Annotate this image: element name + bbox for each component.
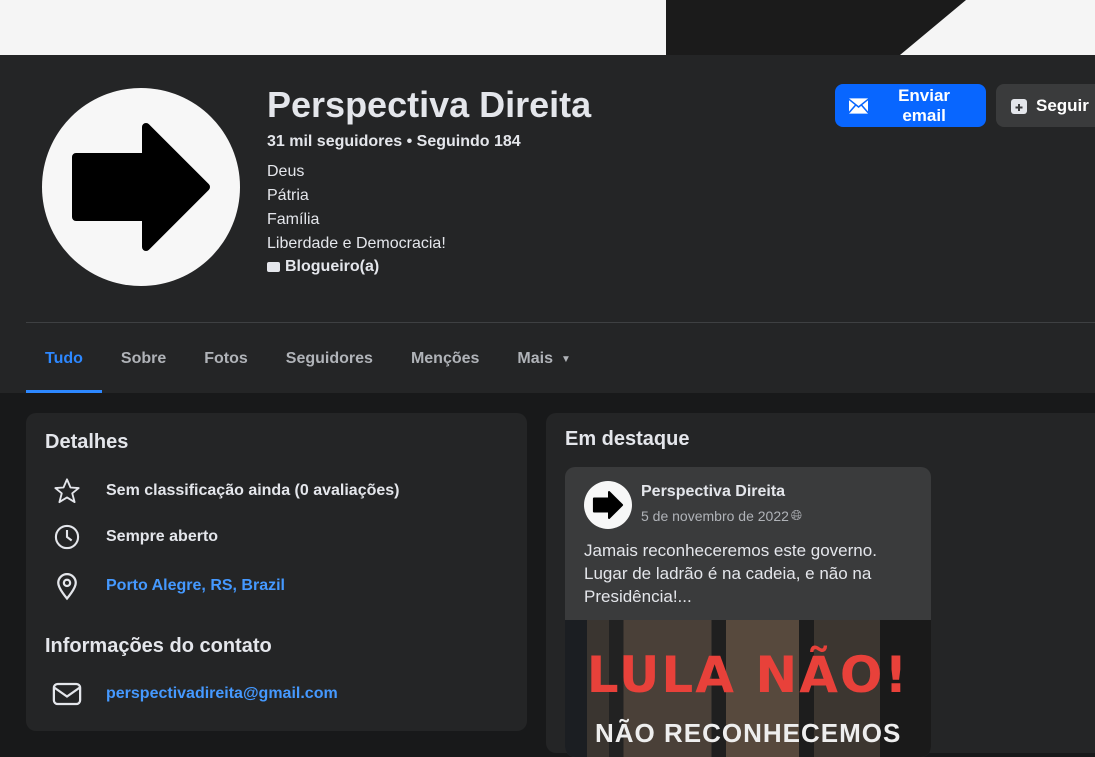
location-pin-icon <box>57 573 77 601</box>
image-subtext: NÃO RECONHECEMOS <box>595 718 902 748</box>
post-image[interactable]: LULA NÃO! NÃO RECONHECEMOS <box>565 620 931 757</box>
email-row: perspectivadireita@gmail.com <box>52 681 338 707</box>
contact-heading: Informações do contato <box>45 635 272 657</box>
arrow-right-icon <box>592 491 624 519</box>
follower-stats[interactable]: 31 mil seguidores • Seguindo 184 <box>267 133 521 151</box>
tab-mais[interactable]: Mais ▼ <box>498 339 589 379</box>
arrow-right-icon <box>72 123 210 251</box>
category-label: Blogueiro(a) <box>285 258 380 275</box>
rating-text: Sem classificação ainda (0 avaliações) <box>106 482 400 499</box>
bio-line: Pátria <box>267 187 309 204</box>
caret-down-icon: ▼ <box>560 353 571 365</box>
post-avatar[interactable] <box>584 481 632 529</box>
star-icon <box>54 478 80 504</box>
post-date-row: 5 de novembro de 2022 🌐︎ <box>641 507 802 524</box>
category: Blogueiro(a) <box>267 258 379 276</box>
details-card: Detalhes Sem classificação ainda (0 aval… <box>26 413 527 731</box>
tab-fotos[interactable]: Fotos <box>185 339 267 379</box>
divider <box>26 322 1095 323</box>
clock-icon <box>54 524 80 550</box>
post-author[interactable]: Perspectiva Direita <box>641 483 785 501</box>
post-date[interactable]: 5 de novembro de 2022 <box>641 508 789 524</box>
profile-avatar[interactable] <box>42 88 240 286</box>
tab-mencoes[interactable]: Menções <box>392 339 498 379</box>
featured-post[interactable]: Perspectiva Direita 5 de novembro de 202… <box>565 467 931 757</box>
cover-photo[interactable] <box>0 0 1095 55</box>
follow-icon <box>1011 98 1027 114</box>
follow-label: Seguir <box>1036 95 1089 115</box>
tab-sobre[interactable]: Sobre <box>102 339 185 379</box>
details-heading: Detalhes <box>45 431 129 453</box>
bio: Deus Pátria Família Liberdade e Democrac… <box>267 160 446 256</box>
image-headline: LULA NÃO! <box>586 646 910 704</box>
rating-row: Sem classificação ainda (0 avaliações) <box>52 477 400 505</box>
featured-heading: Em destaque <box>565 428 690 450</box>
hours-row: Sempre aberto <box>52 523 218 551</box>
hours-text: Sempre aberto <box>106 528 219 545</box>
tab-mais-label: Mais <box>517 350 553 367</box>
location-link[interactable]: Porto Alegre, RS, Brazil <box>106 577 285 595</box>
email-link[interactable]: perspectivadireita@gmail.com <box>106 685 338 703</box>
globe-icon: 🌐︎ <box>790 507 803 523</box>
page-title: Perspectiva Direita <box>267 84 592 125</box>
send-email-button[interactable]: Enviar email <box>835 84 986 127</box>
follow-button[interactable]: Seguir <box>996 84 1095 127</box>
bio-line: Liberdade e Democracia! <box>267 235 446 252</box>
bio-line: Família <box>267 211 320 228</box>
tab-tudo[interactable]: Tudo <box>26 339 102 393</box>
location-row: Porto Alegre, RS, Brazil <box>52 571 285 601</box>
bio-line: Deus <box>267 163 305 180</box>
camera-icon <box>267 262 280 272</box>
profile-tabs: Tudo Sobre Fotos Seguidores Menções Mais… <box>26 339 590 393</box>
tab-seguidores[interactable]: Seguidores <box>267 339 392 379</box>
post-text: Jamais reconheceremos este governo. Luga… <box>584 541 877 606</box>
envelope-icon <box>52 682 82 706</box>
send-email-label: Enviar email <box>898 85 951 125</box>
envelope-icon <box>849 97 869 114</box>
